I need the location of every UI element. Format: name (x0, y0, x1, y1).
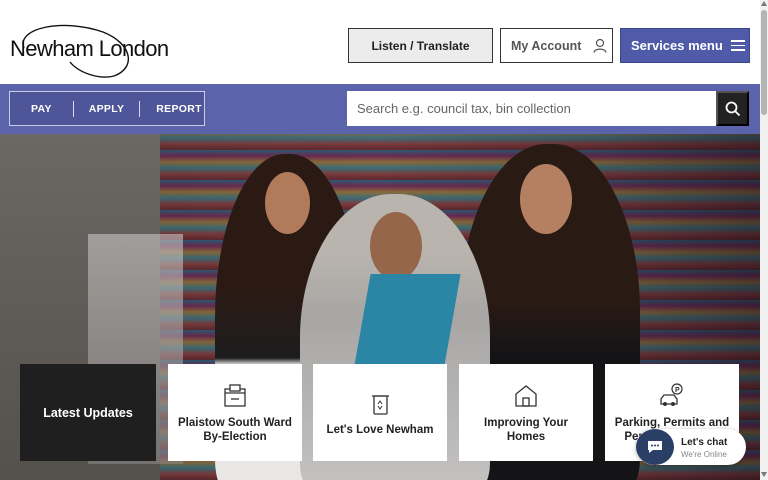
speech-bubble-icon (648, 441, 662, 453)
page-scrollbar[interactable] (760, 0, 768, 480)
quick-link-pay[interactable]: PAY (31, 103, 52, 115)
card-lets-love-newham[interactable]: Let's Love Newham (313, 364, 447, 461)
chat-title: Let's chat (681, 437, 728, 448)
quick-link-apply[interactable]: APPLY (89, 103, 125, 115)
svg-text:P: P (675, 387, 680, 394)
chat-bubble-icon[interactable] (636, 429, 674, 465)
my-account-button[interactable]: My Account (500, 28, 613, 63)
house-icon (515, 384, 537, 407)
search-input[interactable] (347, 91, 717, 126)
listen-translate-button[interactable]: Listen / Translate (348, 28, 493, 63)
services-menu-label: Services menu (631, 38, 723, 53)
ballot-box-icon (224, 383, 246, 407)
user-icon (593, 38, 607, 53)
card-label: Plaistow South Ward By-Election (178, 416, 292, 443)
site-header: Newham London Listen / Translate My Acco… (0, 0, 760, 84)
search-button[interactable] (716, 91, 749, 126)
chat-status: We're Online (681, 450, 727, 459)
card-improving-your-homes[interactable]: Improving Your Homes (459, 364, 593, 461)
hamburger-icon (730, 40, 745, 51)
card-plaistow-by-election[interactable]: Plaistow South Ward By-Election (168, 364, 302, 461)
scroll-thumb[interactable] (761, 10, 767, 115)
navigation-bar: PAY APPLY REPORT (0, 84, 760, 134)
page: Newham London Listen / Translate My Acco… (0, 0, 768, 480)
quick-link-divider (139, 100, 141, 117)
quick-links: PAY APPLY REPORT (9, 91, 205, 126)
recycling-bin-icon (372, 394, 389, 415)
quick-link-divider (72, 100, 74, 117)
card-label: Improving Your Homes (484, 416, 568, 443)
latest-updates-tile[interactable]: Latest Updates (20, 364, 156, 461)
services-menu-button[interactable]: Services menu (620, 28, 750, 63)
search-icon (725, 101, 740, 116)
card-label: Let's Love Newham (326, 423, 434, 436)
logo-text: Newham London (10, 36, 169, 61)
scroll-down-icon[interactable] (761, 472, 767, 477)
parking-car-icon: P (660, 382, 683, 406)
scroll-up-icon[interactable] (761, 1, 767, 6)
newham-logo[interactable]: Newham London (8, 18, 169, 78)
my-account-label: My Account (511, 38, 582, 53)
chat-widget[interactable]: Let's chat We're Online (636, 429, 746, 465)
quick-link-report[interactable]: REPORT (156, 103, 202, 115)
